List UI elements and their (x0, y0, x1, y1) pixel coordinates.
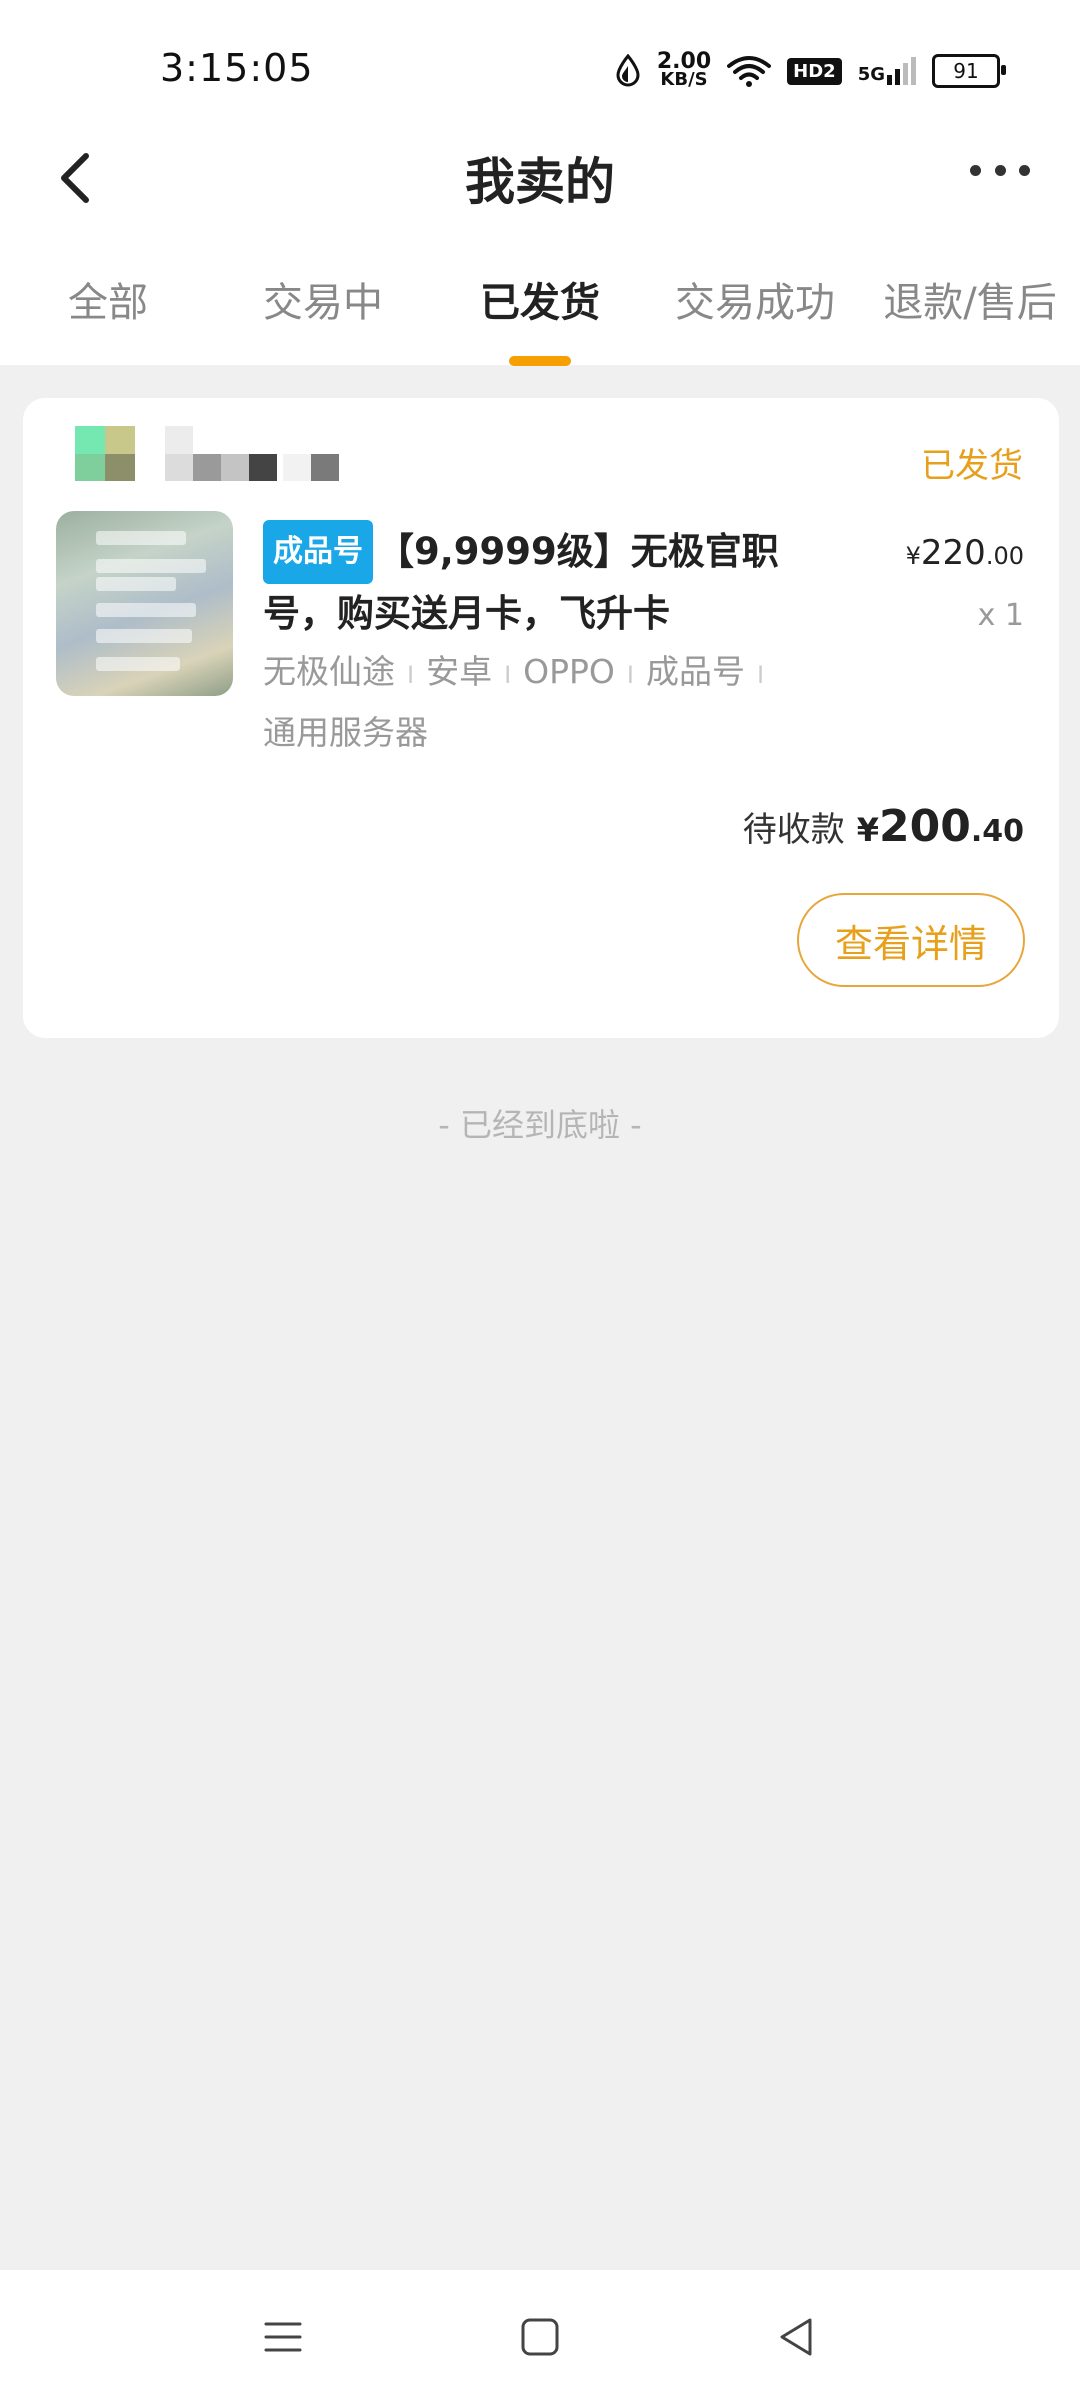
tab-all[interactable]: 全部 (68, 270, 148, 328)
tab-shipped[interactable]: 已发货 (480, 270, 600, 328)
attr-channel: OPPO (523, 652, 615, 691)
tab-in-progress[interactable]: 交易中 (263, 270, 383, 328)
total-currency: ¥ (856, 811, 879, 849)
attr-separator: I (626, 661, 634, 689)
system-navigation-bar (0, 2270, 1080, 2400)
home-nav-button[interactable] (515, 2312, 565, 2362)
more-dot (1019, 164, 1030, 176)
more-options-button[interactable] (970, 150, 1030, 190)
status-time: 3:15:05 (160, 46, 314, 90)
price-integer: 220 (920, 533, 986, 573)
attr-game: 无极仙途 (263, 652, 395, 691)
buyer-avatar-pixelated (53, 426, 343, 481)
unit-price: ¥220.00 (906, 533, 1024, 573)
price-decimal: .00 (985, 542, 1024, 570)
quantity: x 1 (977, 598, 1024, 633)
battery-icon: 91 (932, 54, 1006, 88)
price-currency: ¥ (905, 542, 921, 570)
data-saver-icon (616, 54, 640, 87)
attr-platform: 安卓 (426, 652, 493, 691)
status-icons: 2.00 KB/S HD2 5G 91 (615, 46, 1006, 96)
attr-separator: I (504, 661, 512, 689)
tab-refund-aftersale[interactable]: 退款/售后 (883, 270, 1056, 328)
end-of-list-hint: - 已经到底啦 - (438, 1106, 642, 1144)
product-title[interactable]: 成品号 【9,9999级】无极官职号，购买送月卡，飞升卡 (263, 520, 833, 644)
order-tabs: 全部 交易中 已发货 交易成功 退款/售后 (0, 270, 1080, 366)
top-section: 3:15:05 2.00 KB/S HD2 5G 91 我卖的 全部 交易中 已… (0, 0, 1080, 366)
back-triangle-icon (780, 2318, 812, 2356)
network-type-label: 5G (857, 64, 885, 85)
order-total: 待收款 ¥200.40 (743, 801, 1024, 852)
cellular-signal: 5G (858, 57, 916, 85)
home-square-icon (521, 2318, 559, 2356)
back-nav-button[interactable] (772, 2312, 822, 2362)
total-decimal: .40 (970, 814, 1024, 849)
total-label: 待收款 (742, 810, 845, 850)
tab-completed[interactable]: 交易成功 (675, 270, 835, 328)
more-dot (994, 164, 1006, 176)
view-details-button[interactable]: 查看详情 (797, 893, 1025, 987)
attr-separator: I (407, 661, 415, 689)
attr-type: 成品号 (645, 652, 745, 691)
product-thumbnail[interactable] (56, 511, 233, 696)
product-attributes: 无极仙途 I 安卓 I OPPO I 成品号 I 通用服务器 (263, 643, 863, 762)
menu-nav-button[interactable] (258, 2312, 308, 2362)
active-tab-indicator (509, 356, 571, 366)
battery-level: 91 (953, 59, 979, 83)
order-status: 已发货 (921, 446, 1023, 486)
total-integer: 200 (878, 801, 971, 852)
net-speed-unit: KB/S (660, 69, 708, 90)
total-amount: ¥200.40 (857, 801, 1024, 852)
hd-badge: HD2 (787, 57, 842, 85)
signal-bars-icon (887, 57, 916, 85)
more-dot (970, 164, 981, 176)
page-title: 我卖的 (465, 153, 615, 211)
wifi-icon (727, 56, 772, 87)
net-speed: 2.00 KB/S (657, 51, 711, 90)
menu-icon (264, 2322, 302, 2352)
attr-server: 通用服务器 (263, 713, 428, 752)
product-tag-badge: 成品号 (263, 520, 373, 584)
order-card[interactable]: 已发货 成品号 【9,9999级】无极官职号，购买送月卡，飞升卡 ¥220.00 … (23, 398, 1059, 1038)
attr-separator: I (756, 661, 765, 689)
